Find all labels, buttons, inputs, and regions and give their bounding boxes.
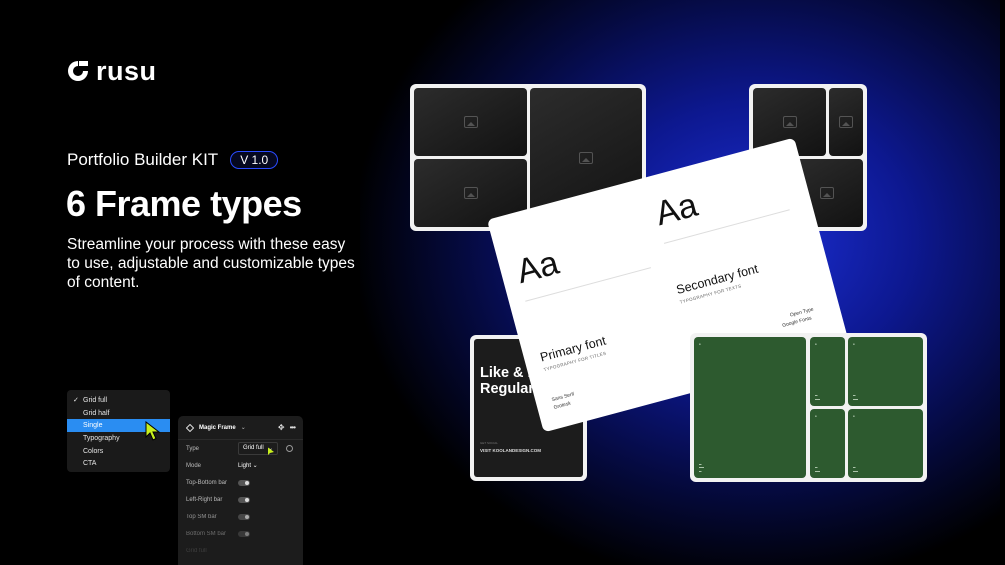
chevron-down-icon[interactable]: ⌄ bbox=[241, 424, 246, 431]
left-right-label: Left-Right bar bbox=[186, 496, 223, 503]
bottom-sm-row: Bottom SM bar bbox=[178, 525, 303, 542]
description: Streamline your process with these easy … bbox=[67, 236, 355, 291]
bottom-sm-toggle[interactable] bbox=[238, 530, 250, 537]
swatch-info: ▬ ▬▬ ▬ bbox=[699, 462, 704, 473]
color-swatch-large: ● ▬ ▬▬ ▬ bbox=[694, 337, 806, 478]
cursor-icon bbox=[268, 447, 274, 455]
top-sm-label: Top SM bar bbox=[186, 513, 217, 520]
image-icon bbox=[819, 187, 834, 199]
swatch-tag: ● bbox=[815, 414, 817, 418]
cta-label: GET SOCIAL bbox=[480, 441, 498, 445]
more-options-icon[interactable]: ••• bbox=[290, 423, 296, 432]
top-bottom-toggle[interactable] bbox=[238, 479, 250, 486]
logo-text: rusu bbox=[96, 56, 157, 86]
dropdown-item-grid-half[interactable]: Grid half bbox=[67, 407, 170, 420]
top-bottom-row: Top-Bottom bar bbox=[178, 474, 303, 491]
left-right-row: Left-Right bar bbox=[178, 491, 303, 508]
panel-title: Magic Frame bbox=[199, 424, 236, 431]
secondary-meta-2: Google Fonts bbox=[781, 315, 813, 329]
top-sm-row: Top SM bar bbox=[178, 508, 303, 525]
panel-header: Magic Frame ⌄ ✥ ••• bbox=[178, 416, 303, 440]
color-swatch: ● ▬ ▬▬ bbox=[810, 337, 845, 406]
swatch-tag: ● bbox=[699, 342, 701, 346]
mode-select[interactable]: Light ⌄ bbox=[238, 462, 258, 469]
image-icon bbox=[839, 116, 853, 128]
mode-row: Mode Light ⌄ bbox=[178, 457, 303, 474]
color-swatch: ● ▬ ▬▬ bbox=[810, 409, 845, 478]
swatch-info: ▬ ▬▬ bbox=[815, 466, 820, 473]
grid-full-row: Grid full bbox=[178, 542, 303, 559]
magic-frame-panel: Magic Frame ⌄ ✥ ••• Type Grid full ⌄ Mod… bbox=[178, 416, 303, 565]
mode-label: Mode bbox=[186, 462, 202, 469]
dropdown-item-label: Typography bbox=[83, 434, 120, 442]
logo-mark-icon bbox=[68, 61, 88, 81]
dropdown-item-cta[interactable]: CTA bbox=[67, 457, 170, 470]
component-icon bbox=[186, 423, 194, 432]
swatch-tag: ● bbox=[853, 414, 855, 418]
image-tile bbox=[829, 88, 863, 156]
swatch-info: ▬ ▬▬ bbox=[853, 394, 858, 401]
dropdown-item-colors[interactable]: Colors bbox=[67, 445, 170, 458]
headline: 6 Frame types bbox=[66, 183, 302, 224]
cursor-icon bbox=[145, 421, 161, 441]
top-sm-toggle[interactable] bbox=[238, 513, 250, 520]
grid-full-label: Grid full bbox=[186, 547, 207, 554]
kit-row: Portfolio Builder KIT V 1.0 bbox=[67, 150, 279, 170]
swatch-tag: ● bbox=[815, 342, 817, 346]
check-icon: ✓ bbox=[73, 397, 79, 405]
dropdown-item-label: Single bbox=[83, 422, 103, 430]
cta-url: VISIT KOOLANDESIGN.COM bbox=[480, 448, 542, 453]
mode-value: Light bbox=[238, 463, 252, 469]
version-badge: V 1.0 bbox=[230, 151, 279, 169]
component-move-icon[interactable]: ✥ bbox=[278, 423, 285, 432]
image-icon bbox=[463, 187, 478, 199]
bottom-sm-label: Bottom SM bar bbox=[186, 530, 227, 537]
color-swatch: ● ▬ ▬▬ bbox=[848, 409, 923, 478]
swatch-info: ▬ ▬▬ bbox=[853, 466, 858, 473]
image-icon bbox=[579, 151, 593, 164]
left-right-toggle[interactable] bbox=[238, 496, 250, 503]
dropdown-item-label: Grid full bbox=[83, 396, 108, 404]
dropdown-item-grid-full[interactable]: ✓ Grid full bbox=[67, 394, 170, 407]
type-label: Type bbox=[186, 445, 200, 452]
color-swatch: ● ▬ ▬▬ bbox=[848, 337, 923, 406]
dropdown-item-label: CTA bbox=[83, 460, 97, 468]
type-value: Grid full bbox=[243, 445, 264, 451]
swatch-info: ▬ ▬▬ bbox=[815, 394, 820, 401]
image-icon bbox=[463, 116, 478, 128]
info-icon[interactable] bbox=[286, 445, 293, 452]
image-tile bbox=[414, 88, 527, 156]
type-row: Type Grid full ⌄ bbox=[178, 440, 303, 457]
top-bottom-label: Top-Bottom bar bbox=[186, 479, 228, 486]
secondary-aa-sample: Aa bbox=[651, 185, 702, 234]
brand-logo: rusu bbox=[66, 56, 157, 86]
image-icon bbox=[782, 116, 797, 128]
dropdown-item-label: Colors bbox=[83, 447, 104, 455]
dropdown-item-label: Grid half bbox=[83, 409, 110, 417]
primary-aa-sample: Aa bbox=[512, 243, 563, 292]
kit-title: Portfolio Builder KIT bbox=[67, 150, 219, 169]
swatch-tag: ● bbox=[853, 342, 855, 346]
colors-frame: ● ▬ ▬▬ ▬ ● ▬ ▬▬ ● ▬ ▬▬ ● ▬ ▬▬ ● ▬ ▬▬ bbox=[690, 333, 927, 482]
